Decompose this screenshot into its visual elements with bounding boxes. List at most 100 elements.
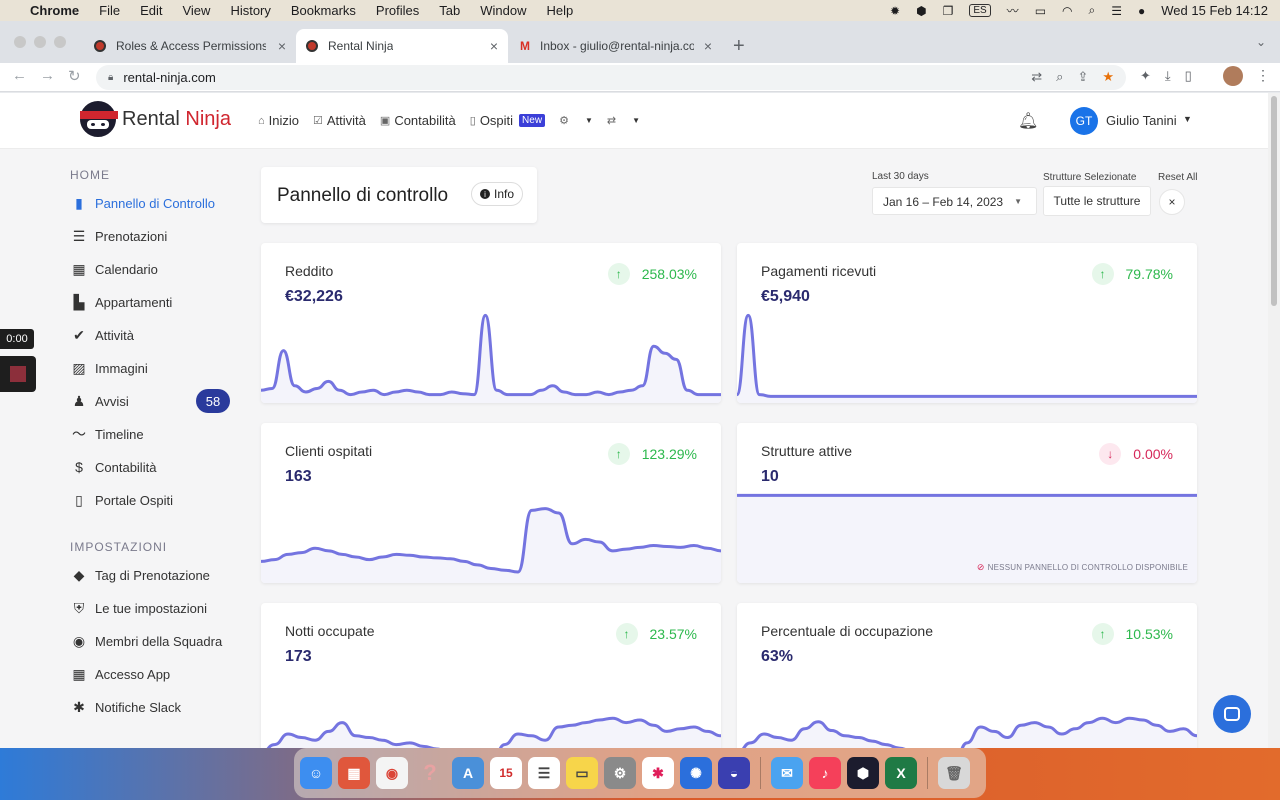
mute-status-icon[interactable]: 〰: [1007, 2, 1019, 19]
battery-icon[interactable]: ▭: [1035, 4, 1046, 18]
structures-selector[interactable]: Tutte le strutture: [1043, 186, 1151, 216]
excel-icon[interactable]: X: [885, 757, 917, 789]
nav-attivita[interactable]: ☑ Attività: [313, 113, 366, 128]
reminders-icon[interactable]: ☰: [528, 757, 560, 789]
page-scrollbar[interactable]: [1268, 93, 1280, 748]
extensions-icon[interactable]: ✦: [1140, 68, 1151, 84]
forward-button[interactable]: →: [40, 67, 55, 84]
finder-icon[interactable]: ☺: [300, 757, 332, 789]
nav-inizio[interactable]: ⌂ Inizio: [258, 113, 299, 128]
reload-button[interactable]: ↻: [68, 67, 81, 85]
kpi-card-occupazione[interactable]: Percentuale di occupazione 63% ↑ 10.53%: [737, 603, 1197, 748]
menu-window[interactable]: Window: [480, 3, 526, 18]
language-dropdown[interactable]: ⇄ ▼: [607, 114, 640, 127]
user-status-icon[interactable]: ●: [1138, 4, 1145, 18]
reset-all-button[interactable]: ×: [1159, 189, 1185, 215]
wifi-icon[interactable]: ◠: [1062, 4, 1072, 18]
menu-bookmarks[interactable]: Bookmarks: [291, 3, 356, 18]
sun-status-icon[interactable]: ✹: [890, 4, 900, 18]
sidebar-item-accesso-app[interactable]: ▦ Accesso App: [70, 662, 235, 686]
help-app-icon[interactable]: ?: [414, 757, 446, 789]
menu-clock[interactable]: Wed 15 Feb 14:12: [1161, 3, 1268, 18]
sidebar-item-membri-squadra[interactable]: ◉ Membri della Squadra: [70, 629, 235, 653]
zoom-icon[interactable]: ⌕: [1056, 69, 1063, 85]
chat-support-button[interactable]: [1213, 695, 1251, 733]
share-icon[interactable]: ⇪: [1077, 69, 1088, 85]
download-icon[interactable]: ⤓: [1165, 68, 1171, 84]
linear-app-icon[interactable]: ◒: [718, 757, 750, 789]
tab-search-chevron-icon[interactable]: ⌄: [1256, 35, 1266, 49]
app-status-icon[interactable]: ⬢: [916, 4, 926, 18]
info-button[interactable]: i Info: [471, 182, 524, 206]
music-icon[interactable]: ♪: [809, 757, 841, 789]
menu-view[interactable]: View: [182, 3, 210, 18]
calendar-app-icon[interactable]: 15: [490, 757, 522, 789]
app-store-icon[interactable]: A: [452, 757, 484, 789]
close-tab-icon[interactable]: ×: [278, 38, 286, 54]
rental-ninja-logo[interactable]: Rental Ninja: [80, 101, 231, 137]
sidebar-item-contabilita[interactable]: $ Contabilità: [70, 455, 235, 479]
chrome-icon[interactable]: ◉: [376, 757, 408, 789]
kpi-card-strutture[interactable]: Strutture attive 10 ↓ 0.00% ⊘ NESSUN PANNE…: [737, 423, 1197, 583]
browser-tab-inbox[interactable]: M Inbox - giulio@rental-ninja.com ×: [510, 29, 722, 63]
trash-icon[interactable]: 🗑︎: [938, 757, 970, 789]
kpi-card-notti[interactable]: Notti occupate 173 ↑ 23.57%: [261, 603, 721, 748]
profile-avatar[interactable]: [1223, 66, 1243, 86]
browser-tab-roles[interactable]: Roles & Access Permissions | R ×: [84, 29, 296, 63]
sidebar-item-appartamenti[interactable]: ▙ Appartamenti: [70, 290, 235, 314]
settings-dropdown[interactable]: ⚙ ▼: [559, 114, 593, 127]
browser-tab-rental-ninja[interactable]: Rental Ninja ×: [296, 29, 508, 63]
back-button[interactable]: ←: [12, 67, 27, 84]
launchpad-icon[interactable]: ▦: [338, 757, 370, 789]
menu-profiles[interactable]: Profiles: [376, 3, 419, 18]
side-panel-icon[interactable]: ▯: [1185, 68, 1192, 84]
mail-icon[interactable]: ✉: [771, 757, 803, 789]
notes-icon[interactable]: ▭: [566, 757, 598, 789]
more-menu-icon[interactable]: ⋮: [1256, 67, 1270, 84]
menu-tab[interactable]: Tab: [439, 3, 460, 18]
minimize-window-button[interactable]: [34, 36, 46, 48]
kpi-card-clienti[interactable]: Clienti ospitati 163 ↑ 123.29%: [261, 423, 721, 583]
menu-history[interactable]: History: [230, 3, 270, 18]
sidebar-item-prenotazioni[interactable]: ☰ Prenotazioni: [70, 224, 235, 248]
translate-icon[interactable]: ⇄: [1031, 69, 1042, 85]
sidebar-item-attivita[interactable]: ✔ Attività: [70, 323, 235, 347]
bookmark-star-icon[interactable]: ★: [1102, 69, 1114, 85]
close-window-button[interactable]: [14, 36, 26, 48]
sidebar-item-tag-prenotazione[interactable]: ◆ Tag di Prenotazione: [70, 563, 235, 587]
nav-contabilita[interactable]: ▣ Contabilità: [380, 113, 456, 128]
menu-file[interactable]: File: [99, 3, 120, 18]
lock-icon[interactable]: 🔒︎: [108, 72, 113, 83]
system-settings-icon[interactable]: ⚙: [604, 757, 636, 789]
kpi-card-reddito[interactable]: Reddito €32,226 ↑ 258.03%: [261, 243, 721, 403]
sidebar-item-notifiche-slack[interactable]: ✱ Notifiche Slack: [70, 695, 235, 719]
menu-app-name[interactable]: Chrome: [30, 3, 79, 18]
date-range-picker[interactable]: Jan 16 – Feb 14, 2023 ▼: [872, 187, 1037, 215]
sidebar-item-portale-ospiti[interactable]: ▯ Portale Ospiti: [70, 488, 235, 512]
new-tab-button[interactable]: +: [733, 35, 745, 58]
user-menu-chevron-icon[interactable]: ▼: [1183, 114, 1192, 124]
menu-help[interactable]: Help: [547, 3, 574, 18]
sidebar-item-timeline[interactable]: 〜 Timeline: [70, 422, 235, 446]
kpi-card-pagamenti[interactable]: Pagamenti ricevuti €5,940 ↑ 79.78%: [737, 243, 1197, 403]
rental-ninja-app-icon[interactable]: ⬢: [847, 757, 879, 789]
scrollbar-thumb[interactable]: [1271, 96, 1277, 306]
menu-edit[interactable]: Edit: [140, 3, 162, 18]
notification-bell-icon[interactable]: 🔔︎: [1018, 111, 1038, 131]
sidebar-item-immagini[interactable]: ▨ Immagini: [70, 356, 235, 380]
sidebar-item-pannello[interactable]: ▮ Pannello di Controllo: [70, 191, 235, 215]
stop-recording-button[interactable]: [0, 356, 36, 392]
address-bar[interactable]: 🔒︎ rental-ninja.com ⇄ ⌕ ⇪ ★: [96, 65, 1126, 90]
slack-app-icon[interactable]: ✱: [642, 757, 674, 789]
control-center-icon[interactable]: ☰: [1111, 4, 1122, 18]
sidebar-item-calendario[interactable]: ▦ Calendario: [70, 257, 235, 281]
close-tab-icon[interactable]: ×: [704, 38, 712, 54]
close-tab-icon[interactable]: ×: [490, 38, 498, 54]
input-source-indicator[interactable]: ES: [969, 4, 991, 17]
sidebar-item-impostazioni[interactable]: ⛨ Le tue impostazioni: [70, 596, 235, 620]
zoom-window-button[interactable]: [54, 36, 66, 48]
user-name[interactable]: Giulio Tanini: [1106, 113, 1177, 128]
sidebar-item-avvisi[interactable]: ♟ Avvisi 58: [70, 389, 235, 413]
snowflake-app-icon[interactable]: ✺: [680, 757, 712, 789]
search-icon[interactable]: ⌕: [1089, 3, 1096, 18]
